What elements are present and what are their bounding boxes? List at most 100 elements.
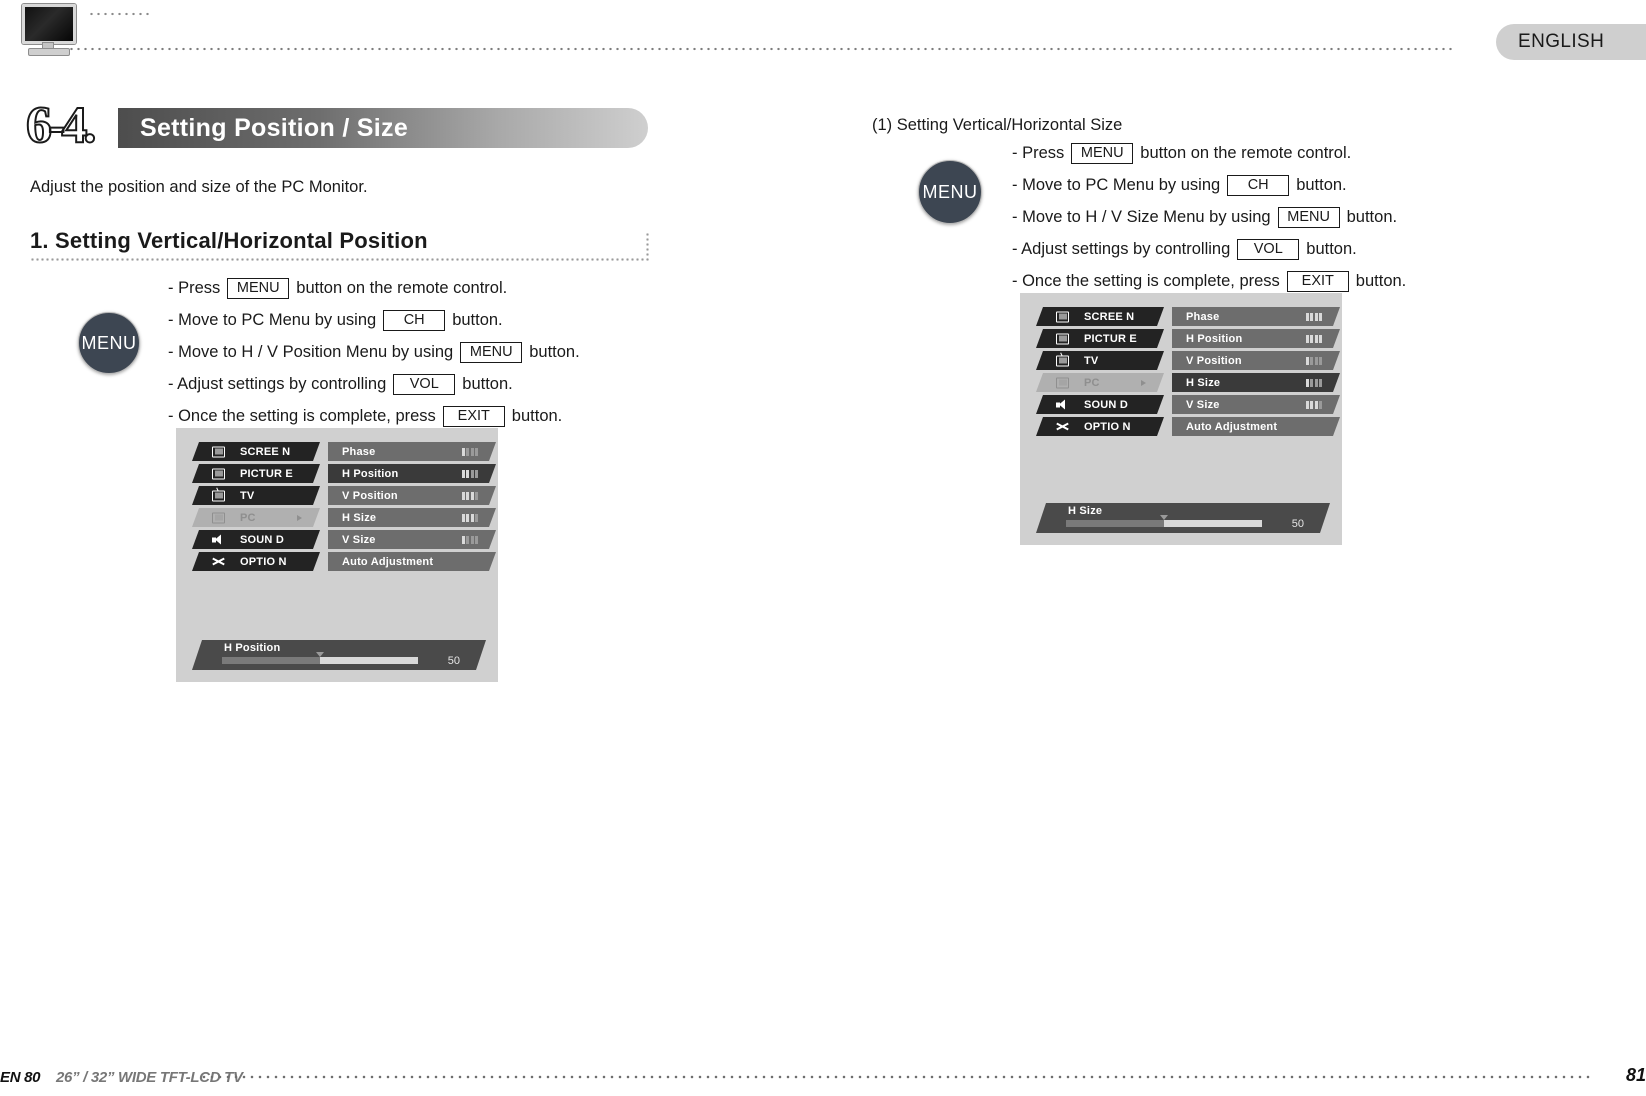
osd-option-label: Auto Adjustment — [342, 555, 434, 568]
right-osd-slider[interactable]: H Size 50 — [1036, 503, 1330, 533]
left-osd-screenshot: SCREE N PICTUR E TV PC SOUN D OPTIO N Phase H … — [176, 428, 498, 682]
key-menu-button[interactable]: MENU — [460, 342, 523, 363]
osd-option-hposition[interactable]: H Position — [1172, 329, 1340, 348]
step-row: - Press MENU button on the remote control. — [1012, 143, 1406, 164]
step-text-before: - Once the setting is complete, press — [168, 407, 436, 425]
osd-option-vposition[interactable]: V Position — [1172, 351, 1340, 370]
left-osd-category-column: SCREE N PICTUR E TV PC SOUN D OPTIO N — [192, 442, 320, 574]
step-row: - Move to PC Menu by using CH button. — [168, 310, 580, 331]
key-ch-button[interactable]: CH — [383, 310, 446, 331]
osd-category-sound[interactable]: SOUN D — [192, 530, 320, 549]
step-row: - Move to H / V Position Menu by using ME… — [168, 342, 580, 363]
footer-dotted-line — [200, 1075, 1594, 1079]
chevron-right-icon — [297, 515, 302, 521]
right-osd-category-column: SCREE N PICTUR E TV PC SOUN D OPTIO N — [1036, 307, 1164, 439]
language-label: ENGLISH — [1518, 31, 1605, 52]
osd-option-label: H Size — [1186, 376, 1221, 389]
osd-option-phase[interactable]: Phase — [328, 442, 496, 461]
osd-option-autoadjustment[interactable]: Auto Adjustment — [328, 552, 496, 571]
osd-category-tv[interactable]: TV — [1036, 351, 1164, 370]
step-text-after: button. — [511, 407, 563, 425]
osd-level-indicator — [1306, 379, 1323, 387]
left-osd-slider-value: 50 — [447, 655, 460, 667]
step-text-after: button on the remote control. — [1140, 144, 1352, 162]
tv-icon — [1056, 355, 1069, 366]
osd-option-phase[interactable]: Phase — [1172, 307, 1340, 326]
right-osd-option-column: Phase H Position V Position H Size V Size Aut… — [1172, 307, 1340, 439]
osd-category-picture[interactable]: PICTUR E — [192, 464, 320, 483]
right-osd-slider-label: H Size — [1068, 505, 1103, 517]
osd-option-label: Auto Adjustment — [1186, 420, 1278, 433]
left-subheading: 1. Setting Vertical/Horizontal Position — [30, 228, 428, 253]
key-vol-button[interactable]: VOL — [393, 374, 456, 395]
step-text-before: - Move to H / V Size Menu by using — [1012, 208, 1271, 226]
sound-icon — [1056, 399, 1069, 410]
key-exit-button[interactable]: EXIT — [1286, 271, 1349, 292]
step-text-before: - Adjust settings by controlling — [1012, 240, 1231, 258]
osd-option-autoadjustment[interactable]: Auto Adjustment — [1172, 417, 1340, 436]
osd-option-label: V Position — [342, 489, 398, 502]
osd-level-indicator — [1306, 313, 1323, 321]
osd-category-picture[interactable]: PICTUR E — [1036, 329, 1164, 348]
right-menu-badge-label: MENU — [922, 181, 978, 202]
osd-category-pc[interactable]: PC — [1036, 373, 1164, 392]
osd-level-indicator — [462, 492, 479, 500]
step-row: - Once the setting is complete, press EXI… — [168, 406, 580, 427]
left-osd-slider[interactable]: H Position 50 — [192, 640, 486, 670]
right-menu-badge: MENU — [918, 160, 982, 224]
osd-category-option[interactable]: OPTIO N — [192, 552, 320, 571]
step-text-before: - Once the setting is complete, press — [1012, 272, 1280, 290]
osd-level-indicator — [1306, 357, 1323, 365]
step-text-before: - Move to PC Menu by using — [1012, 176, 1221, 194]
step-text-after: button. — [452, 311, 503, 329]
osd-option-hposition[interactable]: H Position — [328, 464, 496, 483]
osd-option-label: H Position — [1186, 332, 1243, 345]
right-subheading: (1) Setting Vertical/Horizontal Size — [872, 116, 1123, 134]
left-osd-slider-label: H Position — [224, 642, 281, 654]
osd-option-vsize[interactable]: V Size — [1172, 395, 1340, 414]
key-menu-button[interactable]: MENU — [1277, 207, 1340, 228]
picture-icon — [1056, 333, 1069, 344]
osd-category-screen[interactable]: SCREE N — [192, 442, 320, 461]
tv-screen-shape — [22, 4, 76, 44]
osd-option-hsize[interactable]: H Size — [1172, 373, 1340, 392]
key-menu-button[interactable]: MENU — [227, 278, 290, 299]
key-vol-button[interactable]: VOL — [1237, 239, 1300, 260]
left-osd-slider-track[interactable] — [222, 657, 418, 664]
right-osd-slider-value: 50 — [1291, 518, 1304, 530]
language-badge: ENGLISH — [1496, 24, 1646, 60]
osd-option-vsize[interactable]: V Size — [328, 530, 496, 549]
right-osd-slider-track[interactable] — [1066, 520, 1262, 527]
osd-category-screen[interactable]: SCREE N — [1036, 307, 1164, 326]
key-exit-button[interactable]: EXIT — [442, 406, 505, 427]
key-ch-button[interactable]: CH — [1227, 175, 1290, 196]
osd-option-label: V Size — [342, 533, 376, 546]
osd-option-label: V Position — [1186, 354, 1242, 367]
osd-option-hsize[interactable]: H Size — [328, 508, 496, 527]
screen-icon — [1056, 311, 1069, 322]
right-osd-slider-fill — [1066, 520, 1164, 527]
osd-category-sound[interactable]: SOUN D — [1036, 395, 1164, 414]
osd-category-tv[interactable]: TV — [192, 486, 320, 505]
key-menu-button[interactable]: MENU — [1071, 143, 1134, 164]
left-osd-option-column: Phase H Position V Position H Size V Size Aut… — [328, 442, 496, 574]
step-text-after: button. — [1355, 272, 1407, 290]
osd-category-option[interactable]: OPTIO N — [1036, 417, 1164, 436]
tv-icon — [212, 490, 225, 501]
step-row: - Move to H / V Size Menu by using MENU bu… — [1012, 207, 1406, 228]
left-osd-slider-caret — [316, 652, 324, 657]
step-text-after: button on the remote control. — [296, 279, 508, 297]
osd-category-pc[interactable]: PC — [192, 508, 320, 527]
osd-option-vposition[interactable]: V Position — [328, 486, 496, 505]
step-text-after: button. — [462, 375, 513, 393]
step-text-after: button. — [1306, 240, 1357, 258]
step-text-before: - Press — [168, 279, 221, 297]
osd-level-indicator — [1306, 401, 1323, 409]
footer-page-number: 81 — [1625, 1065, 1646, 1085]
osd-level-indicator — [462, 536, 479, 544]
step-row: - Once the setting is complete, press EXI… — [1012, 271, 1406, 292]
left-osd-slider-fill — [222, 657, 320, 664]
step-row: - Adjust settings by controlling VOL butto… — [1012, 239, 1406, 260]
step-text-before: - Move to H / V Position Menu by using — [168, 343, 454, 361]
right-steps-list: - Press MENU button on the remote control.… — [1012, 143, 1406, 303]
